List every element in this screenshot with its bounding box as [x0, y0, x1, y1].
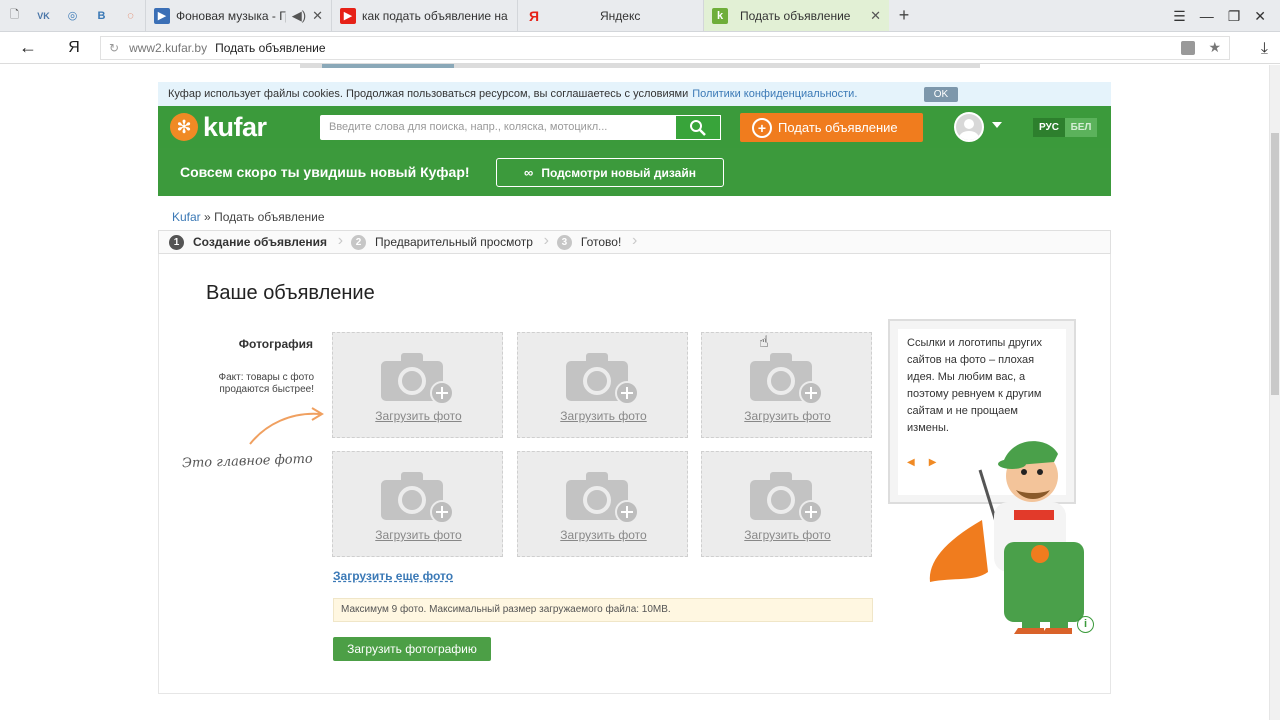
new-design-banner: Совсем скоро ты увидишь новый Куфар! ∞ П… [158, 148, 1111, 196]
page-top-strip [300, 64, 980, 68]
camera-add-icon [566, 353, 639, 405]
photo-slot[interactable]: Загрузить фото [332, 332, 503, 438]
upload-photo-link[interactable]: Загрузить фото [702, 409, 873, 423]
avatar[interactable] [954, 112, 984, 142]
snowflake-icon: ✻ [170, 113, 198, 141]
photo-slot[interactable]: Загрузить фото [332, 451, 503, 557]
photo-fact: Факт: товары с фото продаются быстрее! [218, 372, 314, 395]
camera-add-icon [381, 353, 454, 405]
restore-icon[interactable]: ❐ [1228, 8, 1241, 25]
music-favicon: ▶ [154, 7, 170, 24]
scrollbar[interactable] [1269, 65, 1280, 720]
new-tab-button[interactable]: + [889, 0, 919, 31]
close-window-icon[interactable]: ✕ [1254, 8, 1266, 25]
curved-arrow-icon [249, 407, 324, 445]
tab-youtube[interactable]: ▶ как подать объявление на [331, 0, 517, 31]
tab-kufar[interactable]: k Подать объявление ✕ [703, 0, 889, 31]
photo-slot[interactable]: Загрузить фото [701, 451, 872, 557]
upload-photo-link[interactable]: Загрузить фото [518, 528, 689, 542]
yandex-favicon: Я [528, 7, 540, 24]
menu-icon[interactable]: ☰ [1173, 8, 1186, 25]
upload-photo-link[interactable]: Загрузить фото [518, 409, 689, 423]
preview-design-button[interactable]: ∞ Подсмотри новый дизайн [496, 158, 724, 187]
mascot-illustration [929, 441, 1084, 634]
url-field[interactable]: ↻ www2.kufar.by Подать объявление ★ [100, 36, 1230, 60]
speaker-icon[interactable]: ◀) [292, 8, 306, 24]
privacy-policy-link[interactable]: Политики конфиденциальности. [692, 88, 857, 100]
lang-be[interactable]: БЕЛ [1065, 118, 1097, 137]
close-icon[interactable]: ✕ [870, 8, 881, 24]
upload-limit-note: Максимум 9 фото. Максимальный размер заг… [333, 598, 873, 622]
page-title: Ваше объявление [206, 282, 375, 304]
pinned-tab-3[interactable]: B [87, 0, 116, 31]
tab-music[interactable]: ▶ Фоновая музыка - Гр ◀) ✕ [145, 0, 331, 31]
upload-photo-link[interactable]: Загрузить фото [333, 409, 504, 423]
close-icon[interactable]: ✕ [312, 8, 323, 24]
lock-icon[interactable] [1181, 41, 1195, 55]
address-bar: ← Я ↻ www2.kufar.by Подать объявление ★ [0, 32, 1280, 64]
lang-ru[interactable]: РУС [1033, 118, 1065, 137]
step-done: 3 Готово! › [547, 230, 637, 254]
site-header: ✻ kufar Введите слова для поиска, напр.,… [158, 106, 1111, 148]
breadcrumb: Kufar » Подать объявление [172, 210, 325, 224]
page-icon[interactable]: 🗋 [0, 0, 29, 31]
info-icon[interactable]: i [1077, 616, 1094, 633]
photo-label: Фотография [238, 337, 313, 351]
cookie-notice: Куфар использует файлы cookies. Продолжа… [158, 82, 1111, 106]
tab-yandex[interactable]: Я Яндекс [517, 0, 703, 31]
kufar-favicon: k [712, 7, 728, 24]
minimize-icon[interactable]: — [1200, 8, 1214, 24]
plus-icon: + [752, 117, 772, 138]
upload-more-link[interactable]: Загрузить еще фото [333, 569, 453, 583]
photo-slot[interactable]: Загрузить фото [517, 332, 688, 438]
camera-add-icon [750, 353, 823, 405]
youtube-favicon: ▶ [340, 7, 356, 24]
upload-photo-link[interactable]: Загрузить фото [333, 528, 504, 542]
search-icon [690, 119, 706, 136]
yandex-logo-icon[interactable]: Я [56, 39, 92, 57]
breadcrumb-home[interactable]: Kufar [172, 210, 201, 224]
camera-add-icon [566, 472, 639, 524]
star-icon[interactable]: ★ [1208, 39, 1221, 56]
pinned-tab-2[interactable]: ◎ [58, 0, 87, 31]
camera-add-icon [381, 472, 454, 524]
kufar-logo[interactable]: ✻ kufar [170, 112, 267, 142]
search-input[interactable]: Введите слова для поиска, напр., коляска… [320, 115, 678, 140]
hand-cursor-icon: ☝ [759, 334, 769, 351]
download-icon[interactable]: ⤓ [1261, 40, 1268, 58]
pinned-tab-vk[interactable]: VK [29, 0, 58, 31]
tip-text: Ссылки и логотипы других сайтов на фото … [907, 337, 1042, 434]
binoculars-icon: ∞ [524, 165, 534, 180]
cookie-ok-button[interactable]: OK [924, 87, 958, 102]
photo-slot[interactable]: Загрузить фото [701, 332, 872, 438]
photo-slot[interactable]: Загрузить фото [517, 451, 688, 557]
upload-photo-link[interactable]: Загрузить фото [702, 528, 873, 542]
scrollbar-thumb[interactable] [1271, 133, 1279, 395]
reload-icon[interactable]: ↻ [109, 41, 119, 55]
post-ad-button[interactable]: + Подать объявление [740, 113, 923, 142]
pinned-tab-4[interactable]: ◌ [116, 0, 145, 31]
window-controls: ☰ — ❐ ✕ [1173, 0, 1280, 32]
upload-photo-button[interactable]: Загрузить фотографию [333, 637, 491, 661]
search-button[interactable] [676, 115, 721, 140]
language-switch: РУС БЕЛ [1033, 118, 1097, 137]
browser-tab-bar: 🗋 VK ◎ B ◌ ▶ Фоновая музыка - Гр ◀) ✕ ▶ … [0, 0, 1280, 32]
step-create: 1 Создание объявления › [159, 230, 343, 254]
chevron-down-icon[interactable] [992, 122, 1002, 128]
progress-steps: 1 Создание объявления › 2 Предварительны… [158, 230, 1111, 254]
back-arrow-icon[interactable]: ← [0, 37, 56, 58]
camera-add-icon [750, 472, 823, 524]
step-preview: 2 Предварительный просмотр › [341, 230, 549, 254]
